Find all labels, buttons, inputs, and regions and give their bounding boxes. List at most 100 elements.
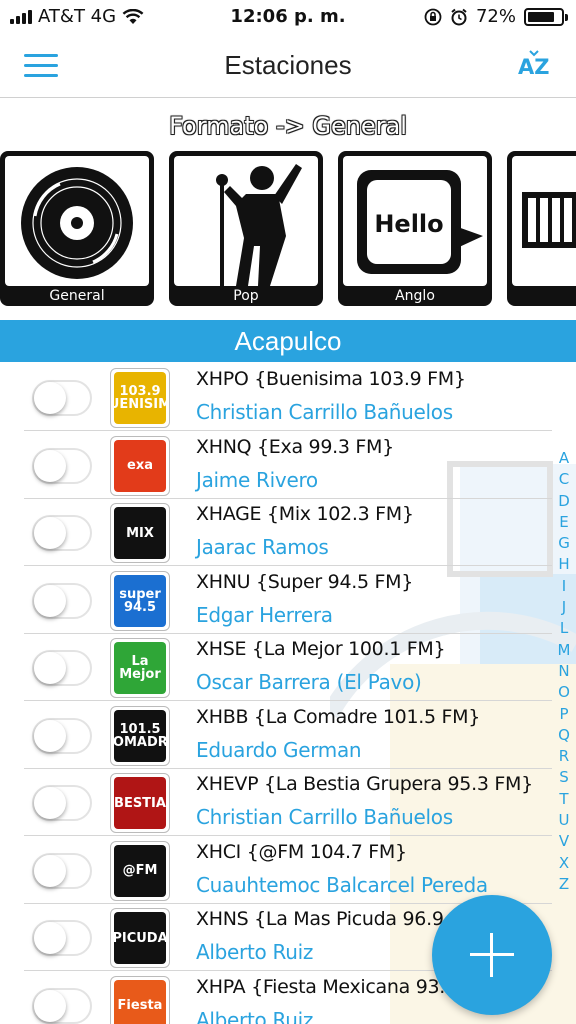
station-toggle[interactable] <box>32 717 92 754</box>
station-toggle[interactable] <box>32 785 92 821</box>
station-logo: exa <box>110 435 170 496</box>
station-logo: BESTIA <box>110 773 170 833</box>
station-name: XHSE {La Mejor 100.1 FM} <box>196 638 446 660</box>
singer-microphone-icon <box>216 164 302 286</box>
format-label: Po <box>507 288 576 304</box>
index-letter[interactable]: X <box>559 853 569 874</box>
station-logo-art: 103.9 BUENISIMA <box>111 372 169 424</box>
station-toggle[interactable] <box>32 447 92 484</box>
orientation-lock-icon <box>424 8 442 25</box>
station-row[interactable]: 103.9 BUENISIMA XHPO {Buenisima 103.9 FM}… <box>0 364 576 431</box>
station-logo: PICUDA <box>110 908 170 968</box>
station-logo-art: exa <box>114 439 166 492</box>
section-header: Acapulco <box>0 320 576 362</box>
toggle-knob <box>34 787 66 819</box>
index-letter[interactable]: Z <box>559 874 569 895</box>
station-row[interactable]: exa XHNQ {Exa 99.3 FM} Jaime Rivero <box>0 432 576 499</box>
format-label: Anglo <box>395 288 435 304</box>
index-letter[interactable]: P <box>559 704 568 725</box>
station-logo-art: MIX <box>114 507 166 559</box>
toggle-knob <box>34 719 66 752</box>
alarm-icon <box>451 8 467 25</box>
station-row[interactable]: La Mejor XHSE {La Mejor 100.1 FM} Oscar Ba… <box>0 634 576 701</box>
index-letter[interactable]: Q <box>558 725 570 746</box>
toggle-knob <box>34 584 66 617</box>
station-logo-art: Fiesta <box>114 979 166 1024</box>
index-letter[interactable]: A <box>559 448 569 469</box>
toggle-knob <box>34 382 66 414</box>
sort-az-button[interactable]: AZ <box>516 48 550 82</box>
index-letter[interactable]: G <box>558 533 570 554</box>
station-toggle[interactable] <box>32 987 92 1024</box>
svg-text:Hello: Hello <box>374 210 443 238</box>
index-letter[interactable]: N <box>558 661 569 682</box>
format-item-po[interactable]: Po <box>507 151 576 306</box>
station-logo: 103.9 BUENISIMA <box>110 368 170 428</box>
index-letter[interactable]: T <box>559 789 568 810</box>
index-letter[interactable]: I <box>562 576 566 597</box>
station-logo-art: @FM <box>114 844 166 897</box>
station-name: XHNS {La Mas Picuda 96.9 F <box>196 908 460 930</box>
toggle-knob <box>34 449 66 482</box>
station-row[interactable]: MIX XHAGE {Mix 102.3 FM} Jaarac Ramos <box>0 499 576 566</box>
index-letter[interactable]: H <box>558 554 569 575</box>
station-host: Cuauhtemoc Balcarcel Pereda <box>196 872 488 897</box>
station-toggle[interactable] <box>32 920 92 956</box>
battery-icon <box>524 7 568 26</box>
station-logo: Fiesta <box>110 975 170 1024</box>
alphabet-index[interactable]: ACDEGHIJLMNOPQRSTUVXZ <box>552 448 576 895</box>
index-letter[interactable]: V <box>559 831 569 852</box>
station-logo: 101.5 COMADRE <box>110 705 170 766</box>
station-name: XHNU {Super 94.5 FM} <box>196 570 414 593</box>
index-letter[interactable]: R <box>559 746 569 767</box>
station-name: XHPO {Buenisima 103.9 FM} <box>196 368 466 390</box>
status-right: 72% <box>424 6 568 27</box>
station-row[interactable]: 101.5 COMADRE XHBB {La Comadre 101.5 FM} E… <box>0 702 576 769</box>
station-host: Jaime Rivero <box>196 467 318 492</box>
station-host: Christian Carrillo Bañuelos <box>196 400 453 424</box>
station-toggle[interactable] <box>32 515 92 551</box>
toggle-knob <box>34 989 66 1022</box>
toggle-knob <box>34 517 66 549</box>
index-letter[interactable]: E <box>559 512 568 533</box>
index-letter[interactable]: L <box>560 618 568 639</box>
sort-az-icon: AZ <box>518 50 549 79</box>
index-letter[interactable]: O <box>558 682 570 703</box>
format-item-general[interactable]: General <box>0 151 154 306</box>
format-item-pop[interactable]: Pop <box>169 151 323 306</box>
station-host: Eduardo German <box>196 737 362 762</box>
station-name: XHCI {@FM 104.7 FM} <box>196 840 407 863</box>
station-toggle[interactable] <box>32 852 92 889</box>
station-row[interactable]: super 94.5 XHNU {Super 94.5 FM} Edgar Herr… <box>0 567 576 634</box>
station-logo: @FM <box>110 840 170 901</box>
format-label: General <box>49 288 105 304</box>
add-station-button[interactable] <box>432 895 552 1015</box>
station-toggle[interactable] <box>32 380 92 416</box>
format-label: Pop <box>233 288 259 304</box>
index-letter[interactable]: J <box>562 597 566 618</box>
station-name: XHNQ {Exa 99.3 FM} <box>196 435 394 458</box>
station-host: Christian Carrillo Bañuelos <box>196 805 453 829</box>
station-host: Jaarac Ramos <box>196 535 329 559</box>
station-logo-art: super 94.5 <box>114 574 166 627</box>
toggle-knob <box>34 854 66 887</box>
format-carousel[interactable]: General Pop Hello Anglo <box>0 151 576 306</box>
index-letter[interactable]: S <box>559 767 569 788</box>
station-name: XHPA {Fiesta Mexicana 93. <box>196 975 446 998</box>
format-item-anglo[interactable]: Hello Anglo <box>338 151 492 306</box>
index-letter[interactable]: C <box>559 469 569 490</box>
battery-percent: 72% <box>475 6 516 27</box>
station-logo-art: BESTIA <box>114 777 166 829</box>
format-title: Formato -> General <box>169 112 407 140</box>
station-host: Oscar Barrera (El Pavo) <box>196 670 422 694</box>
index-letter[interactable]: D <box>558 491 570 512</box>
station-logo: super 94.5 <box>110 570 170 631</box>
toggle-knob <box>34 922 66 954</box>
station-row[interactable]: BESTIA XHEVP {La Bestia Grupera 95.3 FM} C… <box>0 769 576 836</box>
index-letter[interactable]: M <box>558 640 571 661</box>
station-toggle[interactable] <box>32 582 92 619</box>
index-letter[interactable]: U <box>559 810 570 831</box>
station-row[interactable]: @FM XHCI {@FM 104.7 FM} Cuauhtemoc Balcarc… <box>0 837 576 904</box>
station-toggle[interactable] <box>32 650 92 686</box>
station-logo-art: La Mejor <box>114 642 166 694</box>
